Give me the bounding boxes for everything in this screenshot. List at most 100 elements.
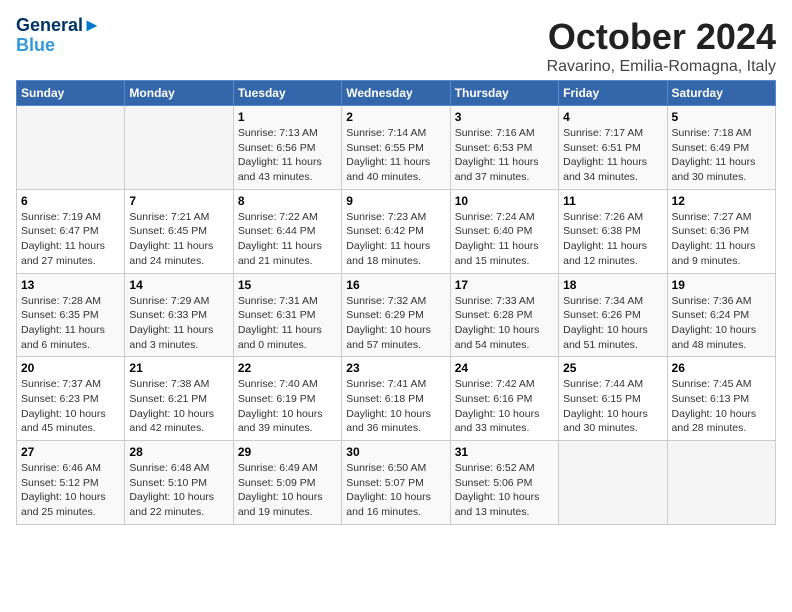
day-info: Sunrise: 7:40 AMSunset: 6:19 PMDaylight:… (238, 377, 337, 436)
day-number: 22 (238, 361, 337, 375)
day-number: 25 (563, 361, 662, 375)
calendar-cell: 28 Sunrise: 6:48 AMSunset: 5:10 PMDayligh… (125, 441, 233, 525)
calendar-cell: 1 Sunrise: 7:13 AMSunset: 6:56 PMDaylight… (233, 106, 341, 190)
day-number: 7 (129, 194, 228, 208)
title-block: October 2024 Ravarino, Emilia-Romagna, I… (547, 16, 776, 76)
calendar-cell: 29 Sunrise: 6:49 AMSunset: 5:09 PMDayligh… (233, 441, 341, 525)
day-number: 3 (455, 110, 554, 124)
calendar-cell: 26 Sunrise: 7:45 AMSunset: 6:13 PMDayligh… (667, 357, 775, 441)
day-info: Sunrise: 7:29 AMSunset: 6:33 PMDaylight:… (129, 294, 228, 353)
day-info: Sunrise: 7:37 AMSunset: 6:23 PMDaylight:… (21, 377, 120, 436)
day-info: Sunrise: 7:33 AMSunset: 6:28 PMDaylight:… (455, 294, 554, 353)
day-info: Sunrise: 7:21 AMSunset: 6:45 PMDaylight:… (129, 210, 228, 269)
calendar-week-row: 27Sunrise: 6:46 AMSunset: 5:12 PMDayligh… (17, 441, 776, 525)
calendar-cell: 23 Sunrise: 7:41 AMSunset: 6:18 PMDayligh… (342, 357, 450, 441)
day-number: 26 (672, 361, 771, 375)
calendar-cell: 31Sunrise: 6:52 AMSunset: 5:06 PMDayligh… (450, 441, 558, 525)
day-number: 30 (346, 445, 445, 459)
day-number: 17 (455, 278, 554, 292)
weekday-header: Friday (559, 81, 667, 106)
day-info: Sunrise: 7:14 AMSunset: 6:55 PMDaylight:… (346, 126, 445, 185)
day-number: 28 (129, 445, 228, 459)
day-info: Sunrise: 7:24 AMSunset: 6:40 PMDaylight:… (455, 210, 554, 269)
day-info: Sunrise: 6:50 AMSunset: 5:07 PMDaylight:… (346, 461, 445, 520)
day-number: 9 (346, 194, 445, 208)
weekday-header: Thursday (450, 81, 558, 106)
calendar-cell: 4 Sunrise: 7:17 AMSunset: 6:51 PMDaylight… (559, 106, 667, 190)
day-info: Sunrise: 7:26 AMSunset: 6:38 PMDaylight:… (563, 210, 662, 269)
day-number: 15 (238, 278, 337, 292)
calendar-cell: 5 Sunrise: 7:18 AMSunset: 6:49 PMDaylight… (667, 106, 775, 190)
calendar-week-row: 1 Sunrise: 7:13 AMSunset: 6:56 PMDaylight… (17, 106, 776, 190)
day-number: 12 (672, 194, 771, 208)
day-info: Sunrise: 7:18 AMSunset: 6:49 PMDaylight:… (672, 126, 771, 185)
calendar-cell: 13 Sunrise: 7:28 AMSunset: 6:35 PMDayligh… (17, 273, 125, 357)
weekday-header: Tuesday (233, 81, 341, 106)
calendar-cell: 3Sunrise: 7:16 AMSunset: 6:53 PMDaylight… (450, 106, 558, 190)
calendar-cell: 21Sunrise: 7:38 AMSunset: 6:21 PMDayligh… (125, 357, 233, 441)
calendar-cell (667, 441, 775, 525)
day-info: Sunrise: 7:13 AMSunset: 6:56 PMDaylight:… (238, 126, 337, 185)
day-info: Sunrise: 7:34 AMSunset: 6:26 PMDaylight:… (563, 294, 662, 353)
day-info: Sunrise: 6:49 AMSunset: 5:09 PMDaylight:… (238, 461, 337, 520)
calendar-cell: 19 Sunrise: 7:36 AMSunset: 6:24 PMDayligh… (667, 273, 775, 357)
day-info: Sunrise: 7:44 AMSunset: 6:15 PMDaylight:… (563, 377, 662, 436)
weekday-header: Wednesday (342, 81, 450, 106)
weekday-header: Sunday (17, 81, 125, 106)
day-info: Sunrise: 7:41 AMSunset: 6:18 PMDaylight:… (346, 377, 445, 436)
day-number: 23 (346, 361, 445, 375)
day-info: Sunrise: 7:28 AMSunset: 6:35 PMDaylight:… (21, 294, 120, 353)
calendar-cell: 16 Sunrise: 7:32 AMSunset: 6:29 PMDayligh… (342, 273, 450, 357)
day-number: 21 (129, 361, 228, 375)
calendar-cell: 11 Sunrise: 7:26 AMSunset: 6:38 PMDayligh… (559, 189, 667, 273)
weekday-header: Monday (125, 81, 233, 106)
weekday-header-row: SundayMondayTuesdayWednesdayThursdayFrid… (17, 81, 776, 106)
logo-text-blue: Blue (16, 36, 101, 56)
calendar-cell: 6 Sunrise: 7:19 AMSunset: 6:47 PMDaylight… (17, 189, 125, 273)
page-header: General► Blue October 2024 Ravarino, Emi… (16, 16, 776, 76)
month-title: October 2024 (547, 16, 776, 58)
calendar-week-row: 6 Sunrise: 7:19 AMSunset: 6:47 PMDaylight… (17, 189, 776, 273)
day-info: Sunrise: 7:32 AMSunset: 6:29 PMDaylight:… (346, 294, 445, 353)
calendar-cell (559, 441, 667, 525)
day-number: 6 (21, 194, 120, 208)
day-info: Sunrise: 6:48 AMSunset: 5:10 PMDaylight:… (129, 461, 228, 520)
day-info: Sunrise: 6:46 AMSunset: 5:12 PMDaylight:… (21, 461, 120, 520)
calendar-cell: 17 Sunrise: 7:33 AMSunset: 6:28 PMDayligh… (450, 273, 558, 357)
day-number: 11 (563, 194, 662, 208)
day-number: 14 (129, 278, 228, 292)
day-number: 5 (672, 110, 771, 124)
day-number: 10 (455, 194, 554, 208)
day-number: 16 (346, 278, 445, 292)
calendar-week-row: 13 Sunrise: 7:28 AMSunset: 6:35 PMDayligh… (17, 273, 776, 357)
day-number: 13 (21, 278, 120, 292)
day-number: 2 (346, 110, 445, 124)
calendar-cell: 25 Sunrise: 7:44 AMSunset: 6:15 PMDayligh… (559, 357, 667, 441)
day-info: Sunrise: 7:19 AMSunset: 6:47 PMDaylight:… (21, 210, 120, 269)
location: Ravarino, Emilia-Romagna, Italy (547, 58, 776, 76)
day-number: 19 (672, 278, 771, 292)
day-info: Sunrise: 6:52 AMSunset: 5:06 PMDaylight:… (455, 461, 554, 520)
day-number: 8 (238, 194, 337, 208)
calendar-cell: 20Sunrise: 7:37 AMSunset: 6:23 PMDayligh… (17, 357, 125, 441)
day-number: 4 (563, 110, 662, 124)
calendar-cell: 14 Sunrise: 7:29 AMSunset: 6:33 PMDayligh… (125, 273, 233, 357)
day-info: Sunrise: 7:17 AMSunset: 6:51 PMDaylight:… (563, 126, 662, 185)
day-info: Sunrise: 7:36 AMSunset: 6:24 PMDaylight:… (672, 294, 771, 353)
calendar-cell: 12Sunrise: 7:27 AMSunset: 6:36 PMDayligh… (667, 189, 775, 273)
day-info: Sunrise: 7:45 AMSunset: 6:13 PMDaylight:… (672, 377, 771, 436)
calendar-cell: 9Sunrise: 7:23 AMSunset: 6:42 PMDaylight… (342, 189, 450, 273)
calendar-cell: 30 Sunrise: 6:50 AMSunset: 5:07 PMDayligh… (342, 441, 450, 525)
calendar-cell: 18 Sunrise: 7:34 AMSunset: 6:26 PMDayligh… (559, 273, 667, 357)
day-number: 29 (238, 445, 337, 459)
calendar-cell: 8Sunrise: 7:22 AMSunset: 6:44 PMDaylight… (233, 189, 341, 273)
calendar-cell (125, 106, 233, 190)
calendar-cell: 27Sunrise: 6:46 AMSunset: 5:12 PMDayligh… (17, 441, 125, 525)
day-number: 18 (563, 278, 662, 292)
day-number: 1 (238, 110, 337, 124)
weekday-header: Saturday (667, 81, 775, 106)
day-info: Sunrise: 7:42 AMSunset: 6:16 PMDaylight:… (455, 377, 554, 436)
calendar-table: SundayMondayTuesdayWednesdayThursdayFrid… (16, 80, 776, 525)
calendar-cell: 24Sunrise: 7:42 AMSunset: 6:16 PMDayligh… (450, 357, 558, 441)
logo-text: General► (16, 16, 101, 36)
